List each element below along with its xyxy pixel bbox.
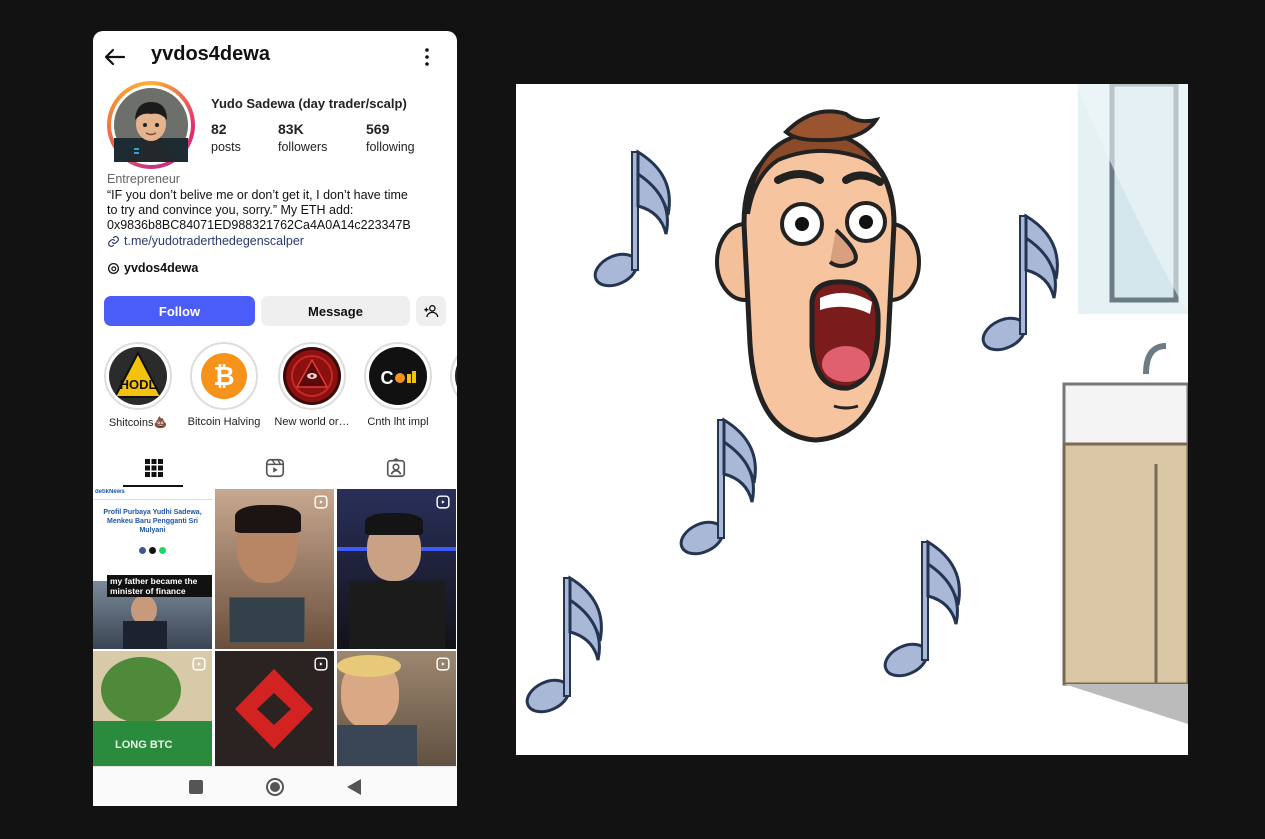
svg-text:₿: ₿ <box>213 362 234 392</box>
highlight-label: New world or… <box>274 416 350 428</box>
reel-badge-icon <box>192 657 206 671</box>
nav-square-icon <box>189 780 203 794</box>
threads-icon <box>107 262 120 274</box>
profile-category: Entrepreneur <box>107 172 180 186</box>
profile-tabs <box>93 449 457 487</box>
add-user-button[interactable] <box>416 296 446 326</box>
music-note-icon <box>976 214 1059 358</box>
reel-badge-icon <box>436 495 450 509</box>
nav-recents-button[interactable] <box>186 777 206 797</box>
grid-icon <box>144 459 163 477</box>
profile-bio: “IF you don’t belive me or don’t get it,… <box>107 188 411 232</box>
instagram-profile-screenshot: yvdos4dewa Yudo Sadewa (day trader/scalp… <box>93 31 457 806</box>
android-nav-bar <box>93 766 457 806</box>
post-news[interactable]: detikNews Profil Purbaya Yudhi Sadewa, M… <box>93 489 212 649</box>
music-note-icon <box>520 576 603 720</box>
more-vertical-icon[interactable] <box>415 45 439 69</box>
message-button[interactable]: Message <box>261 296 410 326</box>
pepe-caption: LONG BTC <box>115 739 173 751</box>
news-headline: Profil Purbaya Yudhi Sadewa, Menkeu Baru… <box>103 509 202 534</box>
highlight-label: Co <box>446 416 457 428</box>
highlight-shitcoins[interactable]: HODL Shitcoins💩 <box>100 342 176 429</box>
back-arrow-icon[interactable] <box>103 45 127 69</box>
hodl-icon: HODL <box>113 350 163 398</box>
link-icon <box>108 235 119 247</box>
profile-username: yvdos4dewa <box>151 43 270 65</box>
profile-full-name: Yudo Sadewa (day trader/scalp) <box>211 96 407 111</box>
active-tab-indicator <box>123 485 183 487</box>
svg-text:HODL: HODL <box>120 377 157 392</box>
nav-home-icon <box>266 778 284 796</box>
screaming-face <box>715 109 921 443</box>
highlight-label: Cnth lht impl <box>367 416 429 428</box>
post-room-reel[interactable] <box>337 489 456 649</box>
stat-followers[interactable]: 83K followers <box>278 120 327 156</box>
posts-grid: detikNews Profil Purbaya Yudhi Sadewa, M… <box>93 489 457 806</box>
bitcoin-icon: ₿ <box>201 353 247 399</box>
singing-face-illustration <box>516 84 1188 755</box>
nav-back-icon <box>347 779 361 795</box>
profile-link[interactable]: t.me/yudotraderthedegenscalper <box>107 234 304 248</box>
tab-reels[interactable] <box>214 449 335 487</box>
highlight-label: Shitcoins💩 <box>108 417 168 429</box>
svg-text:C: C <box>381 368 394 388</box>
profile-avatar[interactable] <box>107 81 195 169</box>
highlight-label: Bitcoin Halving <box>187 416 261 428</box>
reel-badge-icon <box>314 657 328 671</box>
stat-following[interactable]: 569 following <box>366 120 415 156</box>
reels-icon <box>265 458 284 478</box>
highlight-new-world-order[interactable]: New world or… <box>274 342 350 428</box>
reel-badge-icon <box>314 495 328 509</box>
music-note-icon <box>878 540 961 684</box>
pyramid-eye-icon <box>286 350 338 402</box>
top-bar: yvdos4dewa <box>93 31 457 83</box>
follow-button[interactable]: Follow <box>104 296 255 326</box>
highlight-cnth[interactable]: C Cnth lht impl <box>360 342 436 428</box>
stat-posts[interactable]: 82 posts <box>211 120 241 156</box>
tagged-icon <box>386 457 405 478</box>
reel-badge-icon <box>436 657 450 671</box>
nav-back-button[interactable] <box>344 777 364 797</box>
post-selfie-reel[interactable] <box>215 489 334 649</box>
threads-badge[interactable]: yvdos4dewa <box>107 261 198 275</box>
news-source: detikNews <box>93 489 212 500</box>
highlight-bitcoin-halving[interactable]: ₿ Bitcoin Halving <box>186 342 262 428</box>
cartoon-scene <box>520 84 1188 724</box>
add-user-icon <box>424 305 439 318</box>
highlight-partial[interactable]: Co <box>446 342 457 428</box>
news-caption: my father became the minister of finance <box>107 575 212 597</box>
avatar-image <box>114 88 188 162</box>
tab-posts[interactable] <box>93 449 214 487</box>
coin-icon: C <box>381 368 416 388</box>
nav-home-button[interactable] <box>265 777 285 797</box>
tab-tagged[interactable] <box>335 449 456 487</box>
music-note-icon <box>674 418 757 562</box>
music-note-icon <box>588 150 671 294</box>
